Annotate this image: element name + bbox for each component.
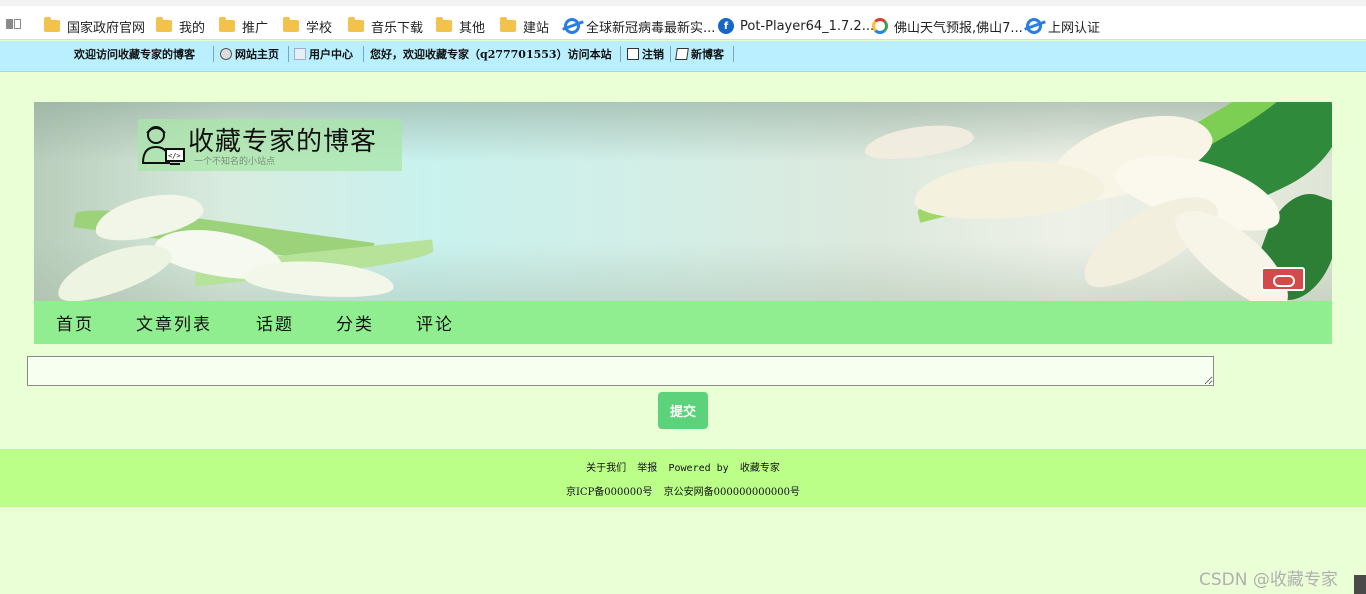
bookmark-net-auth[interactable]: 上网认证 xyxy=(1026,15,1100,37)
bookmark-weather[interactable]: 佛山天气预报,佛山7... xyxy=(872,15,1023,37)
bookmark-label: 音乐下载 xyxy=(371,20,424,36)
banner-image: </> 收藏专家的博客 一个不知名的小站点 xyxy=(34,102,1332,301)
about-link[interactable]: 关于我们 xyxy=(586,463,626,474)
bookmark-label: 其他 xyxy=(459,20,486,36)
bookmark-folder-other[interactable]: 其他 xyxy=(436,15,485,37)
folder-icon xyxy=(283,17,299,32)
red-seal-stamp xyxy=(1261,267,1305,291)
bookmark-label: 学校 xyxy=(306,20,333,36)
report-link[interactable]: 举报 xyxy=(637,463,657,474)
home-link-label: 网站主页 xyxy=(235,47,279,61)
bookmark-label: 上网认证 xyxy=(1048,20,1101,36)
logout-link[interactable]: 注销 xyxy=(627,41,664,66)
nav-item-comments[interactable]: 评论 xyxy=(416,301,454,344)
divider xyxy=(363,46,364,62)
welcome-text: 欢迎访问收藏专家的博客 xyxy=(74,47,195,61)
nav-item-categories[interactable]: 分类 xyxy=(336,301,374,344)
edit-icon xyxy=(675,47,689,60)
footer-records: 京ICP备000000号 京公安网备000000000000号 xyxy=(0,483,1366,498)
bookmark-folder-build[interactable]: 建站 xyxy=(500,15,549,37)
main-nav: 首页 文章列表 话题 分类 评论 xyxy=(34,301,1332,344)
user-center-link[interactable]: 用户中心 xyxy=(294,41,353,66)
bookmark-folder-mine[interactable]: 我的 xyxy=(156,15,205,37)
nav-item-topics[interactable]: 话题 xyxy=(256,301,294,344)
new-blog-link[interactable]: 新博客 xyxy=(675,41,724,66)
ie-icon xyxy=(564,18,580,34)
developer-avatar-icon: </> xyxy=(141,126,185,165)
new-blog-label: 新博客 xyxy=(691,47,724,61)
logout-icon xyxy=(627,47,639,60)
police-record[interactable]: 京公安网备000000000000号 xyxy=(664,487,800,498)
csdn-watermark: CSDN @收藏专家 xyxy=(1199,570,1338,590)
site-subtitle: 一个不知名的小站点 xyxy=(194,157,276,167)
bookmark-label: 建站 xyxy=(523,20,550,36)
bookmark-covid[interactable]: 全球新冠病毒最新实... xyxy=(564,15,715,37)
sidebar-toggle-icon[interactable] xyxy=(6,19,22,31)
folder-icon xyxy=(156,17,172,32)
folder-icon xyxy=(500,17,516,32)
user-avatar-icon xyxy=(294,47,306,60)
comment-textarea[interactable] xyxy=(27,356,1214,386)
bookmark-label: 推广 xyxy=(242,20,269,36)
home-link[interactable]: 网站主页 xyxy=(220,41,279,66)
bookmark-label: Pot-Player64_1.7.2... xyxy=(740,18,875,34)
icp-record[interactable]: 京ICP备000000号 xyxy=(566,487,653,498)
footer-links: 关于我们 举报 Powered by 收藏专家 xyxy=(0,459,1366,474)
bookmark-label: 全球新冠病毒最新实... xyxy=(586,20,716,36)
site-home-icon xyxy=(220,47,232,60)
potplayer-icon: f xyxy=(718,18,734,34)
folder-icon xyxy=(219,17,235,32)
ie-icon xyxy=(1026,18,1042,34)
nav-item-articles[interactable]: 文章列表 xyxy=(136,301,212,344)
svg-text:</>: </> xyxy=(168,152,181,160)
divider xyxy=(620,46,621,62)
nav-item-home[interactable]: 首页 xyxy=(56,301,94,344)
bookmark-label: 国家政府官网 xyxy=(67,20,146,36)
greeting-text: 您好，欢迎收藏专家（q277701553）访问本站 xyxy=(370,47,612,61)
bookmark-folder-music[interactable]: 音乐下载 xyxy=(348,15,423,37)
bookmark-label: 我的 xyxy=(179,20,206,36)
footer: 关于我们 举报 Powered by 收藏专家 京ICP备000000号 京公安… xyxy=(0,449,1366,507)
submit-button[interactable]: 提交 xyxy=(658,392,708,429)
bookmarks-bar: 国家政府官网 我的 推广 学校 音乐下载 其他 建站 全球新冠病毒最新实... … xyxy=(0,0,1366,40)
divider xyxy=(213,46,214,62)
divider xyxy=(288,46,289,62)
bookmark-folder-school[interactable]: 学校 xyxy=(283,15,332,37)
divider xyxy=(733,46,734,62)
corner-widget[interactable] xyxy=(1354,575,1366,594)
folder-icon xyxy=(44,17,60,32)
site-logo[interactable]: </> 收藏专家的博客 一个不知名的小站点 xyxy=(138,119,402,171)
user-center-label: 用户中心 xyxy=(309,47,353,61)
divider xyxy=(670,46,671,62)
logout-label: 注销 xyxy=(642,47,664,61)
bookmark-potplayer[interactable]: f Pot-Player64_1.7.2... xyxy=(718,15,874,37)
folder-icon xyxy=(436,17,452,32)
bookmark-folder-promo[interactable]: 推广 xyxy=(219,15,268,37)
folder-icon xyxy=(348,17,364,32)
browser-toolbar-strip xyxy=(0,0,1366,6)
site-title: 收藏专家的博客 xyxy=(188,127,378,157)
powered-by-text: Powered by xyxy=(668,463,729,474)
bookmark-folder-gov[interactable]: 国家政府官网 xyxy=(44,15,145,37)
weather-icon xyxy=(872,18,888,34)
powered-by-name[interactable]: 收藏专家 xyxy=(740,463,780,474)
bookmark-label: 佛山天气预报,佛山7... xyxy=(894,20,1023,36)
site-top-bar: 欢迎访问收藏专家的博客 网站主页 用户中心 您好，欢迎收藏专家（q2777015… xyxy=(0,41,1366,72)
